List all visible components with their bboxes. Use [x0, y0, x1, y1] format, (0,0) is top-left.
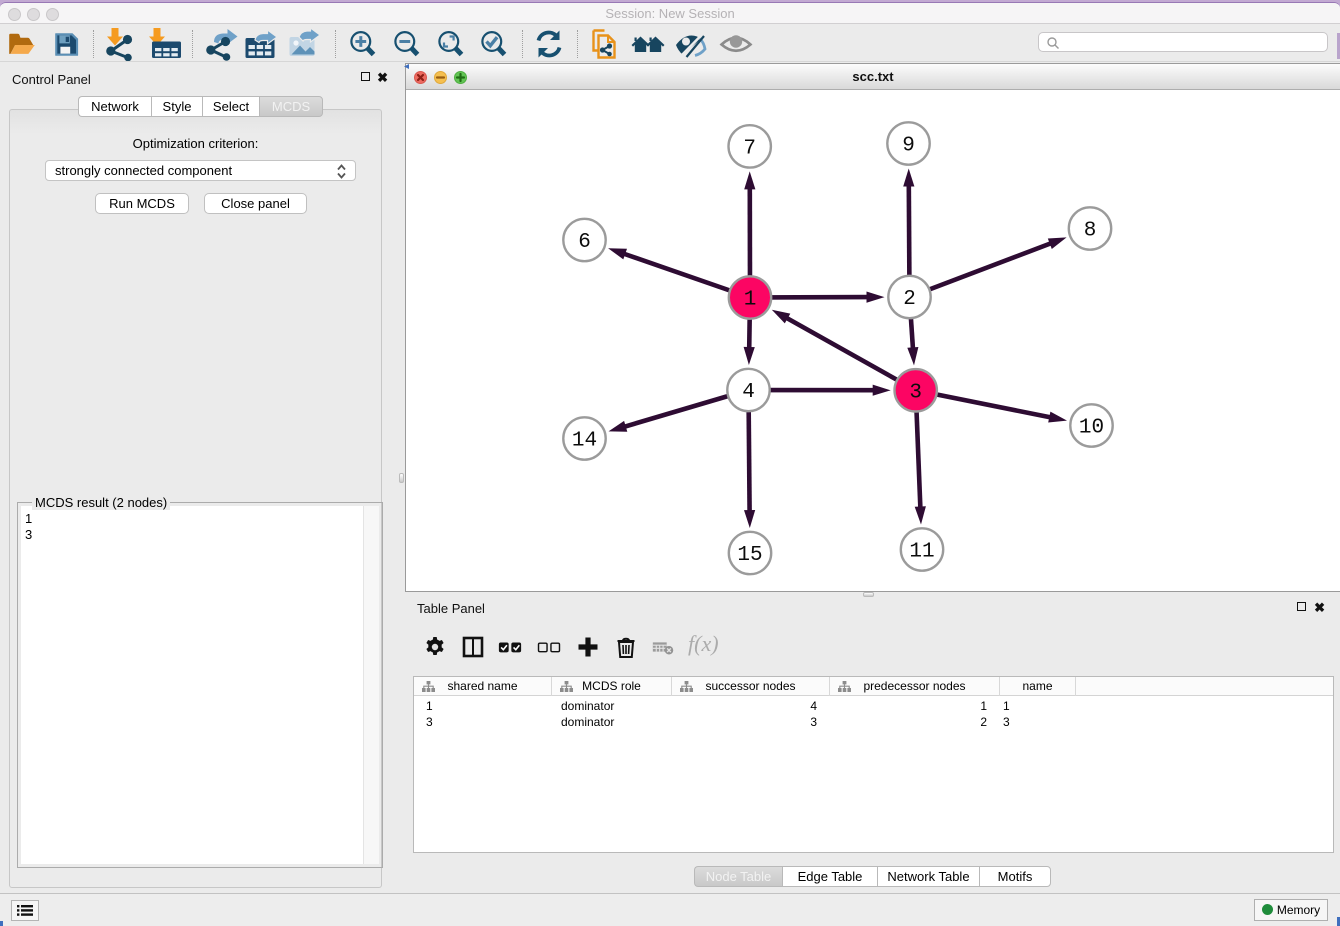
svg-text:2: 2: [903, 288, 916, 311]
svg-text:4: 4: [742, 381, 755, 404]
svg-text:14: 14: [572, 430, 597, 453]
svg-text:1: 1: [744, 289, 757, 312]
svg-text:6: 6: [578, 231, 591, 254]
svg-text:11: 11: [909, 541, 934, 564]
svg-text:15: 15: [737, 544, 762, 567]
svg-text:10: 10: [1079, 417, 1104, 440]
svg-text:9: 9: [902, 135, 915, 158]
svg-text:7: 7: [743, 138, 756, 161]
svg-text:8: 8: [1084, 220, 1097, 243]
svg-text:3: 3: [909, 382, 922, 405]
